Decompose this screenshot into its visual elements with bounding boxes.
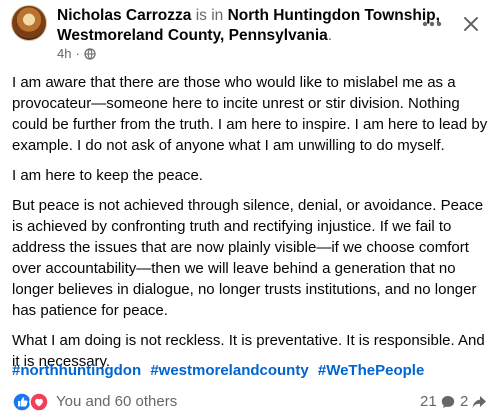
post-body: I am aware that there are those who woul… [12, 72, 492, 381]
hashtag-list: #northhuntingdon #westmorelandcounty #We… [12, 361, 429, 381]
post-paragraph: I am aware that there are those who woul… [12, 74, 488, 154]
post-paragraph: But peace is not achieved through silenc… [12, 197, 484, 319]
hashtag-link[interactable]: #westmorelandcounty [150, 362, 308, 379]
post-header: Nicholas Carrozza is in North Huntingdon… [0, 0, 500, 62]
close-icon [464, 17, 478, 31]
comments-count[interactable]: 21 [420, 393, 456, 411]
comment-icon [441, 396, 454, 408]
is-in-text: is in [195, 7, 224, 24]
meta-separator: · [75, 46, 80, 61]
author-line: Nicholas Carrozza is in North Huntingdon… [57, 6, 440, 26]
location-link-line2[interactable]: Westmoreland County, Pennsylvania [57, 27, 328, 44]
location-link-line1[interactable]: North Huntingdon Township, [228, 7, 440, 24]
author-name[interactable]: Nicholas Carrozza [57, 7, 191, 24]
post-meta: 4h · [57, 46, 96, 62]
location-period: . [327, 27, 333, 44]
post-time[interactable]: 4h [57, 46, 71, 62]
love-icon [29, 392, 49, 412]
more-options-button[interactable] [420, 12, 444, 36]
like-icon [12, 392, 32, 412]
comment-count-value: 21 [420, 393, 437, 410]
hashtag-link[interactable]: #WeThePeople [318, 362, 424, 379]
reactions-summary[interactable]: You and 60 others [56, 393, 177, 411]
post-footer: You and 60 others 21 2 [0, 390, 500, 414]
share-icon [472, 396, 487, 408]
reaction-icons[interactable] [12, 392, 52, 412]
close-button[interactable] [459, 12, 483, 36]
shares-count[interactable]: 2 [460, 393, 487, 411]
location-line: Westmoreland County, Pennsylvania. [57, 26, 332, 46]
share-count-value: 2 [460, 393, 469, 410]
hashtag-link[interactable]: #northhuntingdon [12, 362, 141, 379]
author-avatar[interactable] [11, 5, 47, 41]
more-dots-icon [422, 21, 442, 27]
post-paragraph: I am here to keep the peace. [12, 167, 203, 184]
globe-icon [84, 48, 96, 60]
